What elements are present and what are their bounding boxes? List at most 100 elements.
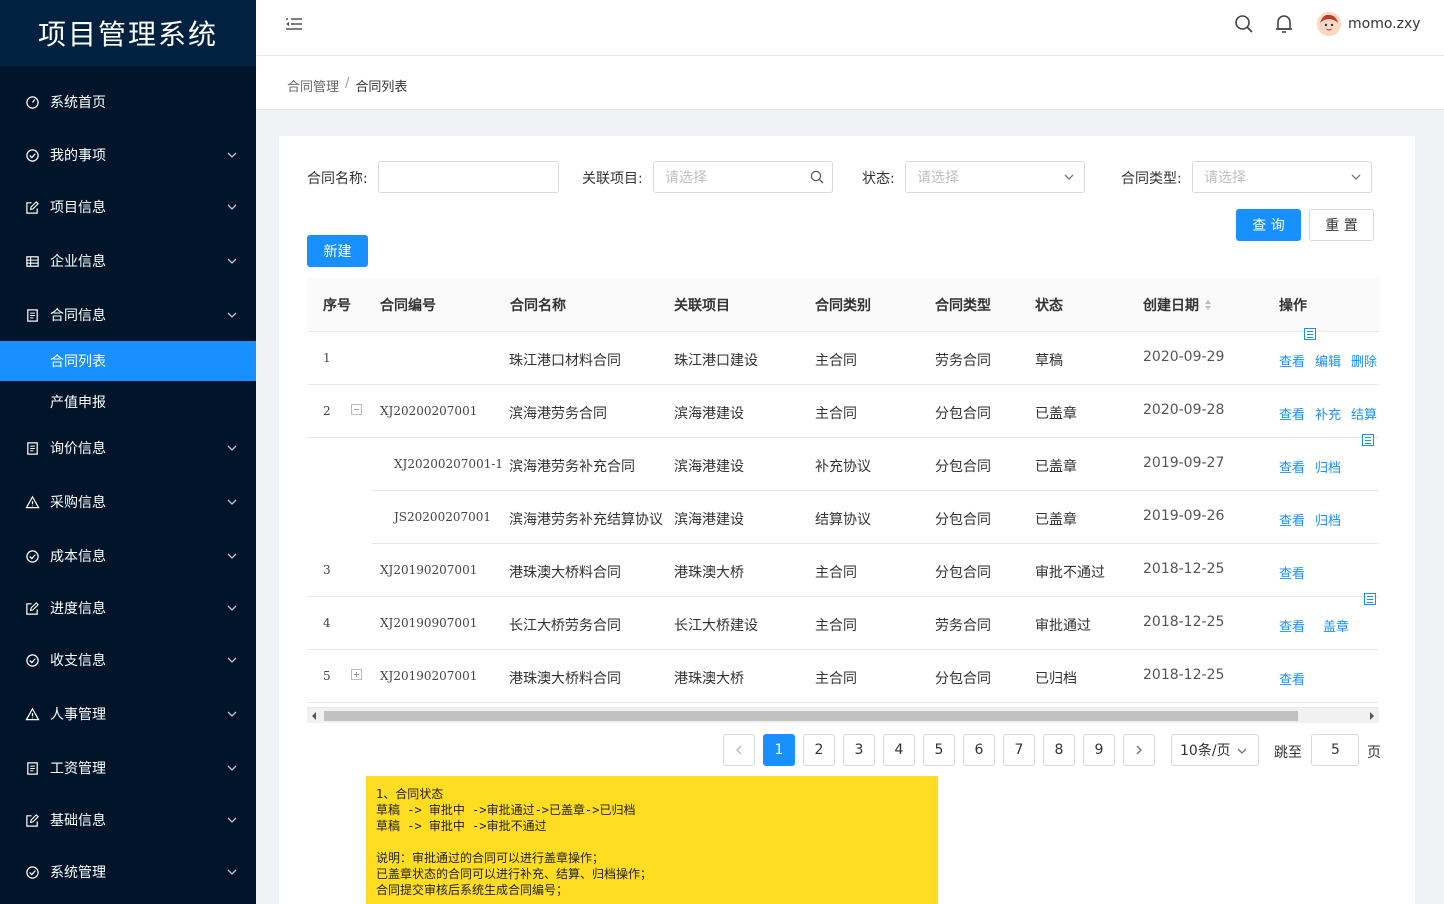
page-button-7[interactable]: 7 (1003, 734, 1035, 766)
sidebar-item-finance[interactable]: 收支信息 (0, 640, 256, 680)
sidebar-item-enterprise[interactable]: 企业信息 (0, 241, 256, 281)
cell-project: 港珠澳大桥 (674, 565, 744, 581)
prev-page-button[interactable] (723, 734, 755, 766)
sidebar-item-cost[interactable]: 成本信息 (0, 536, 256, 576)
sidebar-item-my-tasks[interactable]: 我的事项 (0, 135, 256, 175)
breadcrumb: 合同管理 / 合同列表 (287, 76, 407, 95)
settle-link[interactable]: 结算 (1351, 404, 1377, 423)
sidebar-item-contract-list[interactable]: 合同列表 (0, 341, 256, 381)
cell-status: 审批不通过 (1035, 565, 1105, 581)
sidebar-item-salary[interactable]: 工资管理 (0, 748, 256, 788)
page-button-8[interactable]: 8 (1043, 734, 1075, 766)
archive-link[interactable]: 归档 (1315, 457, 1341, 476)
collapse-row-icon[interactable] (351, 404, 362, 415)
scroll-right-icon[interactable] (1370, 712, 1374, 720)
table-horizontal-scrollbar[interactable] (307, 707, 1379, 723)
new-contract-button[interactable]: 新建 (307, 235, 368, 267)
chevron-down-icon (227, 869, 237, 875)
view-link[interactable]: 查看 (1279, 616, 1305, 635)
next-page-button[interactable] (1123, 734, 1155, 766)
sidebar-item-procurement[interactable]: 采购信息 (0, 482, 256, 522)
username[interactable]: momo.zxy (1348, 16, 1421, 32)
delete-link[interactable]: 删除 (1351, 351, 1377, 370)
cell-category: 主合同 (815, 406, 857, 422)
annotation-sticky-note: 1、合同状态 草稿 -> 审批中 ->审批通过->已盖章->已归档 草稿 -> … (366, 776, 938, 904)
sidebar-item-progress[interactable]: 进度信息 (0, 588, 256, 628)
project-select[interactable]: 请选择 (653, 161, 833, 193)
breadcrumb-current: 合同列表 (355, 80, 408, 95)
status-placeholder: 请选择 (917, 170, 959, 186)
page-size-select[interactable]: 10条/页 (1171, 734, 1259, 766)
sidebar-item-label: 产值申报 (50, 395, 106, 411)
archive-link[interactable]: 归档 (1315, 510, 1341, 529)
expand-row-icon[interactable] (351, 669, 362, 680)
search-icon[interactable] (1234, 14, 1254, 34)
jump-to-label: 跳至 (1274, 745, 1302, 761)
view-link[interactable]: 查看 (1279, 351, 1305, 370)
sidebar-item-projects[interactable]: 项目信息 (0, 187, 256, 227)
edit-link[interactable]: 编辑 (1315, 351, 1341, 370)
cell-status: 已归档 (1035, 671, 1077, 687)
view-link[interactable]: 查看 (1279, 563, 1305, 582)
cell-project: 珠江港口建设 (674, 353, 758, 369)
cell-category: 主合同 (815, 353, 857, 369)
sidebar-item-output-declaration[interactable]: 产值申报 (0, 382, 256, 422)
avatar[interactable] (1317, 12, 1341, 36)
warning-icon (24, 494, 40, 510)
page-button-2[interactable]: 2 (803, 734, 835, 766)
page-button-4[interactable]: 4 (883, 734, 915, 766)
scroll-left-icon[interactable] (312, 712, 316, 720)
scrollbar-thumb[interactable] (324, 711, 1298, 721)
table-row-child: JS20200207001 滨海港劳务补充结算协议 滨海港建设 结算协议 分包合… (372, 491, 1379, 544)
annotation-note-icon[interactable] (1362, 434, 1374, 446)
seal-link[interactable]: 盖章 (1323, 616, 1349, 635)
sidebar-item-inquiry[interactable]: 询价信息 (0, 428, 256, 468)
breadcrumb-parent[interactable]: 合同管理 (287, 76, 339, 95)
cell-status: 已盖章 (1035, 406, 1077, 422)
page-button-3[interactable]: 3 (843, 734, 875, 766)
menu-fold-icon[interactable] (284, 14, 304, 34)
sidebar-item-basic-info[interactable]: 基础信息 (0, 800, 256, 840)
column-header-date[interactable]: 创建日期 (1143, 295, 1199, 315)
sidebar-item-system[interactable]: 系统管理 (0, 852, 256, 892)
jump-to-input[interactable]: 5 (1311, 734, 1359, 766)
sidebar-item-label: 合同列表 (50, 354, 106, 370)
annotation-note-icon[interactable] (1364, 593, 1376, 605)
annotation-note-icon[interactable] (1304, 328, 1316, 340)
check-circle-icon (24, 864, 40, 880)
sidebar-item-hr[interactable]: 人事管理 (0, 694, 256, 734)
column-header-name: 合同名称 (510, 298, 566, 314)
supplement-link[interactable]: 补充 (1315, 404, 1341, 423)
query-button[interactable]: 查 询 (1236, 209, 1301, 241)
sidebar-item-contracts[interactable]: 合同信息 (0, 295, 256, 335)
view-link[interactable]: 查看 (1279, 510, 1305, 529)
sidebar-item-home[interactable]: 系统首页 (0, 82, 256, 122)
status-select[interactable]: 请选择 (905, 161, 1085, 193)
contract-name-input[interactable] (378, 161, 559, 193)
view-link[interactable]: 查看 (1279, 457, 1305, 476)
reset-button[interactable]: 重 置 (1309, 209, 1374, 241)
page-size-value: 10条/页 (1180, 743, 1231, 759)
page-button-5[interactable]: 5 (923, 734, 955, 766)
view-link[interactable]: 查看 (1279, 669, 1305, 688)
table-row: 2 XJ20200207001 滨海港劳务合同 滨海港建设 主合同 分包合同 已… (307, 385, 1379, 438)
sort-icon[interactable] (1204, 299, 1212, 311)
cell-type: 劳务合同 (935, 353, 991, 369)
table-row: 4 XJ20190907001 长江大桥劳务合同 长江大桥建设 主合同 劳务合同… (307, 597, 1379, 650)
bell-icon[interactable] (1274, 13, 1294, 35)
sidebar-item-label: 项目信息 (50, 200, 106, 216)
cell-date: 2018-12-25 (1143, 667, 1225, 683)
cell-category: 结算协议 (815, 512, 871, 528)
contract-name-label: 合同名称: (307, 171, 368, 187)
document-icon (24, 440, 40, 456)
cell-index: 4 (323, 616, 331, 630)
contract-type-placeholder: 请选择 (1204, 170, 1246, 186)
page-button-9[interactable]: 9 (1083, 734, 1115, 766)
note-line: 合同提交审核后系统生成合同编号； (376, 883, 569, 897)
view-link[interactable]: 查看 (1279, 404, 1305, 423)
sidebar-item-label: 我的事项 (50, 148, 106, 164)
table-row: 3 XJ20190207001 港珠澳大桥料合同 港珠澳大桥 主合同 分包合同 … (307, 544, 1379, 597)
page-button-6[interactable]: 6 (963, 734, 995, 766)
contract-type-select[interactable]: 请选择 (1192, 161, 1372, 193)
page-button-1[interactable]: 1 (763, 734, 795, 766)
